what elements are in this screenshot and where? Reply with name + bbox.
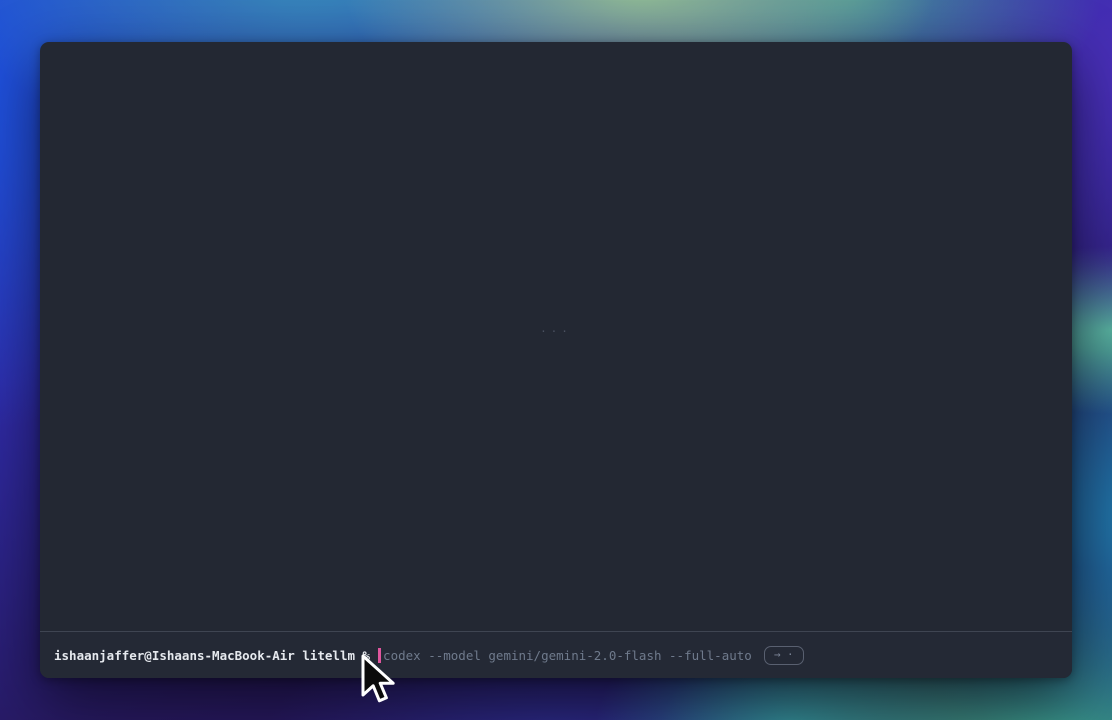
autosuggestion-text: codex --model gemini/gemini-2.0-flash --… [383,648,752,663]
command-prompt-line[interactable]: ishaanjaffer@Ishaans-MacBook-Air litellm… [40,631,1072,678]
prompt-symbol: % [363,648,371,663]
loading-indicator: ··· [540,325,572,338]
prompt-directory: litellm [302,648,355,663]
text-cursor [378,648,381,663]
prompt-user-host: ishaanjaffer@Ishaans-MacBook-Air [54,648,295,663]
terminal-window[interactable]: ··· ishaanjaffer@Ishaans-MacBook-Air lit… [40,42,1072,678]
tab-completion-hint-icon[interactable]: → · [764,646,804,665]
terminal-output-area: ··· [40,42,1072,631]
